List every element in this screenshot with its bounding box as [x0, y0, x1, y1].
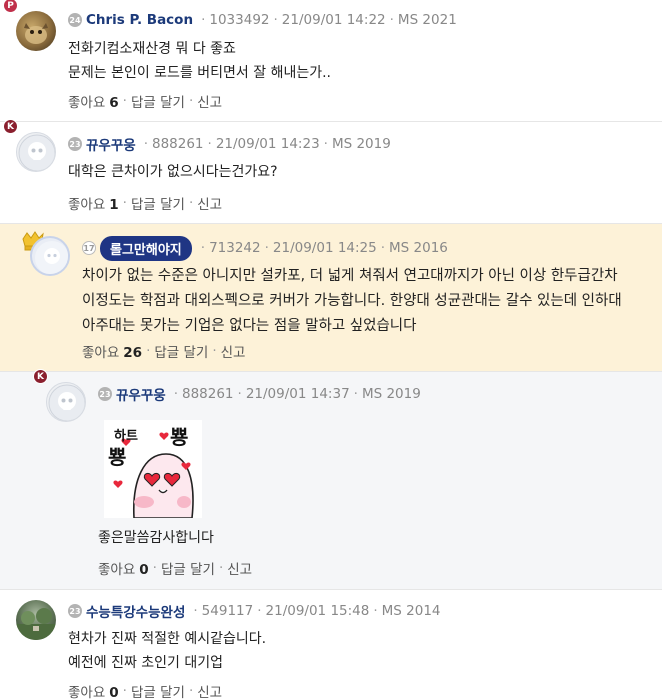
timestamp: 21/09/01 15:48 — [265, 603, 370, 619]
comment-meta: 23 뀨우꾸웅 · 888261 · 21/09/01 14:37 · MS 2… — [98, 384, 421, 404]
like-button[interactable]: 좋아요 0 — [68, 681, 119, 700]
comment-line: 대학은 큰차이가 없으시다는건가요? — [68, 164, 278, 180]
sticker-text: 하트 — [114, 428, 138, 444]
avatar[interactable] — [16, 600, 56, 640]
comment-body: 현차가 진짜 적절한 예시같습니다. 예전에 진짜 초인기 대기업 — [68, 627, 266, 675]
timestamp: 21/09/01 14:22 — [281, 12, 386, 28]
comment-line: 차이가 없는 수준은 아니지만 설카포, 더 넓게 쳐줘서 연고대까지가 아닌 … — [82, 268, 618, 284]
like-count: 1 — [109, 197, 119, 213]
avatar[interactable] — [16, 11, 56, 51]
ms-tag: MS 2019 — [361, 386, 421, 402]
like-button[interactable]: 좋아요 0 — [98, 558, 149, 578]
nickname[interactable]: 롤그만해야지 — [100, 235, 192, 261]
level-icon: 23 — [68, 604, 82, 618]
ms-tag: MS 2021 — [397, 12, 457, 28]
comment-thread: P 24 Chris P. Bacon · 1033492 · 21/09/01… — [0, 0, 662, 700]
nickname[interactable]: 수능특강수능완성 — [86, 601, 185, 621]
reply-button[interactable]: 답글 달기 — [131, 193, 185, 213]
reply-button[interactable]: 답글 달기 — [131, 681, 185, 700]
like-count: 0 — [139, 562, 149, 578]
reply-button[interactable]: 답글 달기 — [154, 341, 208, 361]
comment-actions: 좋아요 0 · 답글 달기 · 신고 — [98, 558, 253, 578]
level-icon: 23 — [68, 137, 82, 151]
cat-photo-icon — [24, 23, 48, 44]
timestamp: 21/09/01 14:37 — [245, 386, 350, 402]
comment-line: 이정도는 학점과 대외스펙으로 커버가 가능합니다. 한양대 성균관대는 갈수 … — [82, 293, 622, 309]
report-button[interactable]: 신고 — [197, 193, 222, 213]
skull-avatar-icon — [48, 384, 85, 421]
report-button[interactable]: 신고 — [227, 558, 252, 578]
comment-item-highlighted: 17 롤그만해야지 · 713242 · 21/09/01 14:25 · MS… — [0, 224, 662, 372]
comment-line: 문제는 본인이 로드를 버티면서 잘 해내는가.. — [68, 65, 331, 81]
user-id: 549117 — [201, 603, 254, 619]
reply-button[interactable]: 답글 달기 — [131, 91, 185, 111]
avatar[interactable] — [16, 132, 56, 172]
report-button[interactable]: 신고 — [197, 91, 222, 111]
ms-tag: MS 2019 — [331, 136, 391, 152]
nickname[interactable]: 뀨우꾸웅 — [116, 384, 166, 404]
comment-line: 현차가 진짜 적절한 예시같습니다. — [68, 631, 267, 647]
like-button[interactable]: 좋아요 6 — [68, 91, 119, 111]
sticker-art: 하트 뿅 뿅 — [104, 420, 202, 519]
user-id: 888261 — [181, 386, 234, 402]
timestamp: 21/09/01 14:23 — [215, 136, 320, 152]
badge-icon: P — [3, 0, 18, 13]
report-button[interactable]: 신고 — [221, 341, 246, 361]
sticker-text: 뿅 — [108, 445, 126, 469]
comment-line: 전화기컴소재산경 뭐 다 좋죠 — [68, 41, 236, 57]
like-button[interactable]: 좋아요 1 — [68, 193, 119, 213]
default-avatar-icon — [35, 241, 68, 274]
comment-actions: 좋아요 1 · 답글 달기 · 신고 — [68, 193, 223, 213]
comment-body: 차이가 없는 수준은 아니지만 설카포, 더 넓게 쳐줘서 연고대까지가 아닌 … — [82, 264, 657, 339]
reply-button[interactable]: 답글 달기 — [161, 558, 215, 578]
skull-avatar-icon — [18, 134, 55, 171]
user-id: 888261 — [151, 136, 204, 152]
user-id: 1033492 — [209, 12, 270, 28]
landscape-photo-icon — [16, 608, 56, 640]
comment-item: P 24 Chris P. Bacon · 1033492 · 21/09/01… — [0, 0, 662, 122]
comment-actions: 좋아요 0 · 답글 달기 · 신고 — [68, 681, 223, 700]
sticker-text: 뿅 — [170, 425, 188, 449]
level-icon: 24 — [68, 13, 82, 27]
comment-body: 좋은말씀감사합니다 — [98, 526, 214, 550]
badge-icon: K — [33, 369, 48, 384]
comment-line: 예전에 진짜 초인기 대기업 — [68, 655, 224, 671]
ms-tag: MS 2014 — [381, 603, 441, 619]
like-count: 6 — [109, 95, 119, 111]
comment-item: K 23 뀨우꾸웅 · 888261 · 21/09/01 14:23 · MS… — [0, 119, 662, 224]
comment-body: 대학은 큰차이가 없으시다는건가요? — [68, 160, 278, 184]
comment-actions: 좋아요 26 · 답글 달기 · 신고 — [82, 341, 246, 361]
comment-meta: 17 롤그만해야지 · 713242 · 21/09/01 14:25 · MS… — [82, 235, 448, 261]
avatar[interactable] — [46, 382, 86, 422]
heart-sticker-image: 하트 뿅 뿅 — [104, 420, 202, 519]
timestamp: 21/09/01 14:25 — [272, 240, 377, 256]
comment-actions: 좋아요 6 · 답글 달기 · 신고 — [68, 91, 223, 111]
like-button[interactable]: 좋아요 26 — [82, 341, 142, 361]
comment-line: 좋은말씀감사합니다 — [98, 530, 214, 546]
avatar[interactable] — [30, 236, 70, 276]
nickname[interactable]: Chris P. Bacon — [86, 12, 193, 28]
report-button[interactable]: 신고 — [197, 681, 222, 700]
ms-tag: MS 2016 — [389, 240, 448, 256]
comment-line: 아주대는 못가는 기업은 없다는 점을 말하고 싶었습니다 — [82, 318, 417, 334]
nickname[interactable]: 뀨우꾸웅 — [86, 134, 136, 154]
comment-meta: 23 뀨우꾸웅 · 888261 · 21/09/01 14:23 · MS 2… — [68, 134, 391, 154]
level-icon: 23 — [98, 387, 112, 401]
like-count: 26 — [123, 345, 143, 361]
level-icon: 17 — [82, 241, 96, 255]
comment-meta: 23 수능특강수능완성 · 549117 · 21/09/01 15:48 · … — [68, 601, 441, 621]
like-count: 0 — [109, 685, 119, 700]
user-id: 713242 — [209, 240, 261, 256]
badge-icon: K — [3, 119, 18, 134]
reply-item: K 23 뀨우꾸웅 · 888261 · 21/09/01 14:37 · MS… — [0, 369, 662, 590]
comment-meta: 24 Chris P. Bacon · 1033492 · 21/09/01 1… — [68, 12, 457, 28]
comment-item: 23 수능특강수능완성 · 549117 · 21/09/01 15:48 · … — [0, 590, 662, 700]
comment-body: 전화기컴소재산경 뭐 다 좋죠 문제는 본인이 로드를 버티면서 잘 해내는가.… — [68, 37, 331, 85]
